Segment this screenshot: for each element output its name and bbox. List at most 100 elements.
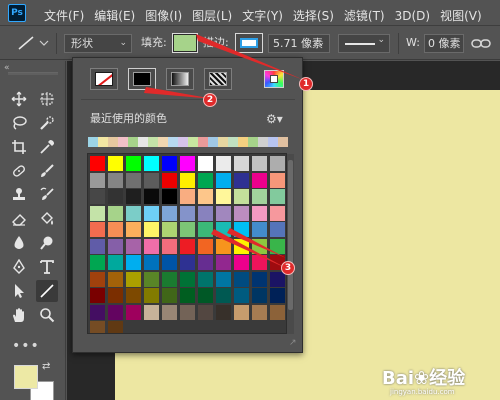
color-swatch[interactable] (216, 304, 231, 320)
color-swatch[interactable] (162, 271, 177, 287)
recent-color-swatch[interactable] (228, 137, 238, 147)
menu-type[interactable]: 文字(Y) (242, 8, 283, 24)
crop-tool-icon[interactable] (8, 136, 30, 158)
stroke-type-dropdown[interactable]: ⌄ (338, 34, 390, 53)
color-swatch[interactable] (144, 222, 159, 237)
link-dimensions-button[interactable] (470, 34, 492, 53)
no-color-button[interactable] (90, 68, 118, 90)
color-swatch[interactable] (234, 238, 249, 254)
color-swatch[interactable] (126, 189, 141, 204)
color-swatch[interactable] (234, 189, 249, 204)
color-swatch[interactable] (252, 172, 267, 188)
color-swatch[interactable] (198, 222, 213, 237)
color-swatch[interactable] (252, 255, 267, 270)
color-swatch[interactable] (216, 288, 231, 303)
history-brush-tool-icon[interactable] (36, 184, 58, 206)
hand-tool-icon[interactable] (8, 304, 30, 326)
color-swatch[interactable] (162, 205, 177, 221)
color-swatch[interactable] (126, 172, 141, 188)
solid-color-button[interactable] (128, 68, 156, 90)
color-swatch[interactable] (198, 205, 213, 221)
line-tool-icon[interactable] (36, 280, 58, 302)
color-swatch[interactable] (234, 205, 249, 221)
color-swatch[interactable] (270, 238, 285, 254)
recent-color-swatch[interactable] (218, 137, 228, 147)
color-swatch[interactable] (234, 304, 249, 320)
color-swatch[interactable] (90, 238, 105, 254)
artboard-tool-icon[interactable] (36, 88, 58, 110)
menu-3d[interactable]: 3D(D) (395, 8, 430, 24)
color-swatch[interactable] (180, 205, 195, 221)
color-swatch[interactable] (108, 156, 123, 171)
color-swatch[interactable] (198, 288, 213, 303)
menu-select[interactable]: 选择(S) (293, 8, 334, 24)
color-swatch[interactable] (90, 271, 105, 287)
color-swatch[interactable] (144, 288, 159, 303)
color-swatch[interactable] (126, 304, 141, 320)
color-swatch[interactable] (90, 288, 105, 303)
color-swatch[interactable] (90, 189, 105, 204)
menu-image[interactable]: 图像(I) (145, 8, 182, 24)
color-swatch[interactable] (198, 255, 213, 270)
color-swatch[interactable] (90, 222, 105, 237)
color-swatch[interactable] (234, 172, 249, 188)
color-swatch[interactable] (270, 304, 285, 320)
color-swatch[interactable] (162, 156, 177, 171)
color-swatch[interactable] (162, 238, 177, 254)
menu-edit[interactable]: 编辑(E) (94, 8, 135, 24)
color-swatch[interactable] (90, 205, 105, 221)
color-swatch[interactable] (144, 156, 159, 171)
color-swatch[interactable] (144, 304, 159, 320)
color-swatch[interactable] (252, 156, 267, 171)
color-swatch[interactable] (108, 189, 123, 204)
color-swatch[interactable] (144, 189, 159, 204)
recent-color-swatch[interactable] (238, 137, 248, 147)
color-swatch[interactable] (216, 238, 231, 254)
color-swatch[interactable] (126, 271, 141, 287)
color-swatch[interactable] (252, 238, 267, 254)
color-swatch[interactable] (198, 156, 213, 171)
color-swatch[interactable] (126, 222, 141, 237)
color-swatch[interactable] (234, 156, 249, 171)
recent-color-swatch[interactable] (138, 137, 148, 147)
color-swatch[interactable] (108, 304, 123, 320)
color-swatch[interactable] (234, 222, 249, 237)
menu-file[interactable]: 文件(F) (44, 8, 84, 24)
color-swatch[interactable] (216, 271, 231, 287)
color-swatch[interactable] (216, 255, 231, 270)
recent-color-swatch[interactable] (148, 137, 158, 147)
pattern-button[interactable] (204, 68, 232, 90)
recent-color-swatch[interactable] (158, 137, 168, 147)
clone-stamp-tool-icon[interactable] (8, 184, 30, 206)
scrollbar-thumb[interactable] (288, 160, 293, 310)
menu-view[interactable]: 视图(V) (440, 8, 482, 24)
recent-color-swatch[interactable] (258, 137, 268, 147)
color-swatch[interactable] (252, 304, 267, 320)
color-swatch[interactable] (126, 288, 141, 303)
recent-color-swatch[interactable] (188, 137, 198, 147)
color-swatch[interactable] (144, 238, 159, 254)
toolbar-grip[interactable] (8, 72, 58, 75)
color-swatch[interactable] (234, 288, 249, 303)
foreground-color-swatch[interactable] (14, 365, 38, 389)
color-swatch[interactable] (90, 255, 105, 270)
color-swatch[interactable] (144, 205, 159, 221)
zoom-tool-icon[interactable] (36, 304, 58, 326)
eraser-tool-icon[interactable] (8, 208, 30, 230)
recent-color-swatch[interactable] (88, 137, 98, 147)
color-swatch[interactable] (162, 304, 177, 320)
resize-grip-icon[interactable]: ↗ (289, 338, 297, 348)
swatch-scrollbar[interactable] (287, 154, 294, 334)
color-swatch[interactable] (90, 172, 105, 188)
color-swatch[interactable] (270, 288, 285, 303)
color-swatch[interactable] (252, 222, 267, 237)
color-swatch[interactable] (180, 271, 195, 287)
stroke-width-field[interactable]: 5.71 像素 ⌄ (268, 34, 330, 53)
color-swatch[interactable] (90, 321, 105, 333)
color-swatch[interactable] (270, 205, 285, 221)
recent-color-swatch[interactable] (268, 137, 278, 147)
color-swatch[interactable] (162, 222, 177, 237)
color-swatch[interactable] (270, 222, 285, 237)
tool-preset-picker[interactable] (16, 34, 50, 52)
color-swatch[interactable] (216, 205, 231, 221)
